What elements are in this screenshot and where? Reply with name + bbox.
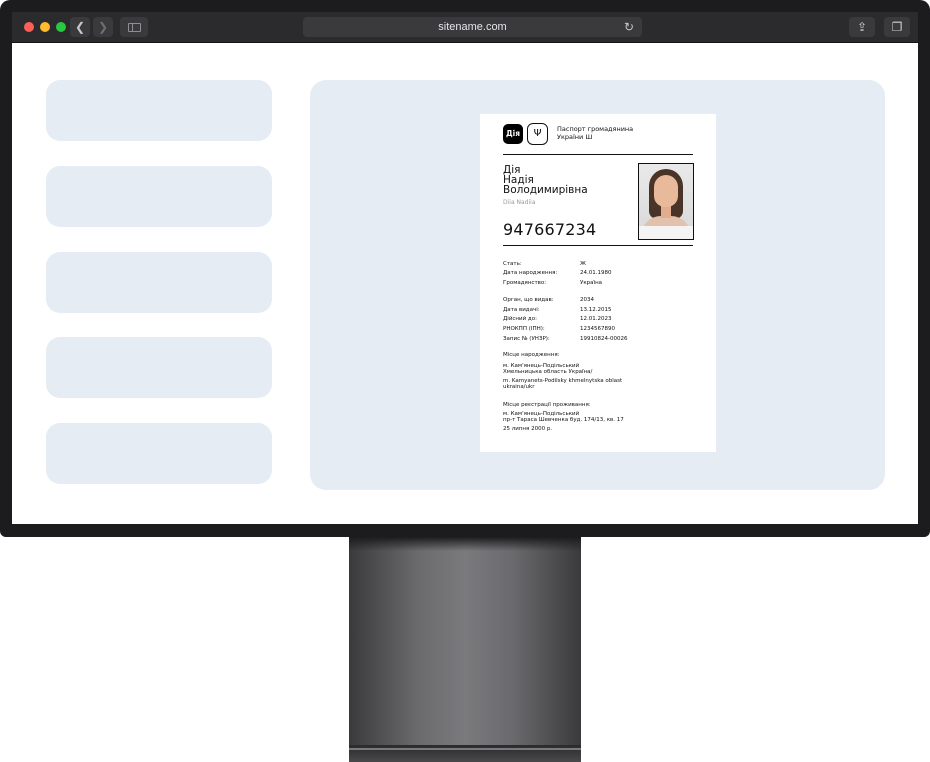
- field-label: РНОКПП (ІПН):: [503, 326, 545, 332]
- minimize-window-button[interactable]: [40, 22, 50, 32]
- sidebar-icon: [128, 23, 141, 32]
- close-window-button[interactable]: [24, 22, 34, 32]
- field-label: Запис № (УНЗР):: [503, 336, 550, 342]
- field-value: 19910824-00026: [580, 336, 628, 342]
- url-text: sitename.com: [438, 21, 507, 33]
- sidebar-card[interactable]: [46, 337, 272, 398]
- residence-line: пр-т Тараса Шевченка буд. 174/13, кв. 17: [503, 417, 624, 423]
- latin-name: Diia Nadiia: [503, 199, 536, 206]
- back-button[interactable]: ❮: [70, 17, 90, 37]
- portrait-photo: [638, 163, 694, 240]
- residence-date: 25 липня 2000 р.: [503, 426, 553, 432]
- stand-highlight: [349, 748, 581, 750]
- field-label: Дата народження:: [503, 270, 558, 276]
- sidebar-card[interactable]: [46, 252, 272, 313]
- share-button[interactable]: ⇪: [849, 17, 875, 37]
- field-label: Дата видачі:: [503, 307, 540, 313]
- sidebar-card[interactable]: [46, 166, 272, 227]
- sidebar-card[interactable]: [46, 80, 272, 141]
- birthplace-label: Місце народження:: [503, 352, 560, 358]
- divider: [503, 154, 693, 155]
- main-panel: Дія Ψ Паспорт громадянина України Ш Дія …: [310, 80, 885, 490]
- tabs-icon: ❐: [891, 20, 903, 34]
- field-value: Україна: [580, 280, 603, 286]
- field-value: Ж: [580, 261, 586, 267]
- forward-button[interactable]: ❯: [93, 17, 113, 37]
- sidebar-card[interactable]: [46, 423, 272, 484]
- field-value: 13.12.2015: [580, 307, 612, 313]
- birthplace-line: ukraina/ukr: [503, 384, 535, 390]
- field-value: 24.01.1980: [580, 270, 612, 276]
- patronymic: Володимирівна: [503, 184, 588, 196]
- document-title-line1: Паспорт громадянина: [557, 125, 634, 133]
- sidebar-toggle-button[interactable]: [120, 17, 148, 37]
- document-title: Паспорт громадянина України Ш: [557, 125, 707, 141]
- divider: [503, 245, 693, 246]
- share-icon: ⇪: [856, 20, 868, 34]
- field-value: 12.01.2023: [580, 316, 612, 322]
- field-label: Громадянство:: [503, 280, 547, 286]
- passport-document: Дія Ψ Паспорт громадянина України Ш Дія …: [480, 114, 716, 452]
- monitor-frame: ❮ ❯ sitename.com ↻ ⇪ ❐ Дія Ψ Паспорт гро…: [0, 0, 930, 537]
- stand-shadow: [349, 537, 581, 551]
- field-label: Орган, що видав:: [503, 297, 554, 303]
- trident-icon: Ψ: [527, 123, 548, 145]
- chevron-left-icon: ❮: [74, 20, 86, 34]
- address-bar[interactable]: sitename.com ↻: [303, 17, 642, 37]
- document-number: 947667234: [503, 220, 597, 239]
- monitor-stand: [349, 537, 581, 762]
- field-label: Дійсний до:: [503, 316, 537, 322]
- zoom-window-button[interactable]: [56, 22, 66, 32]
- document-title-line2: України Ш: [557, 133, 593, 141]
- diia-logo: Дія: [503, 124, 523, 144]
- chevron-right-icon: ❯: [97, 20, 109, 34]
- page-viewport: Дія Ψ Паспорт громадянина України Ш Дія …: [12, 43, 918, 524]
- residence-label: Місце реєстрації проживання:: [503, 402, 591, 408]
- tabs-button[interactable]: ❐: [884, 17, 910, 37]
- reload-icon[interactable]: ↻: [624, 17, 634, 37]
- field-label: Стать:: [503, 261, 522, 267]
- field-value: 1234567890: [580, 326, 615, 332]
- birthplace-line: Хмельницька область Україна/: [503, 369, 593, 375]
- browser-toolbar: ❮ ❯ sitename.com ↻ ⇪ ❐: [12, 12, 918, 43]
- field-value: 2034: [580, 297, 594, 303]
